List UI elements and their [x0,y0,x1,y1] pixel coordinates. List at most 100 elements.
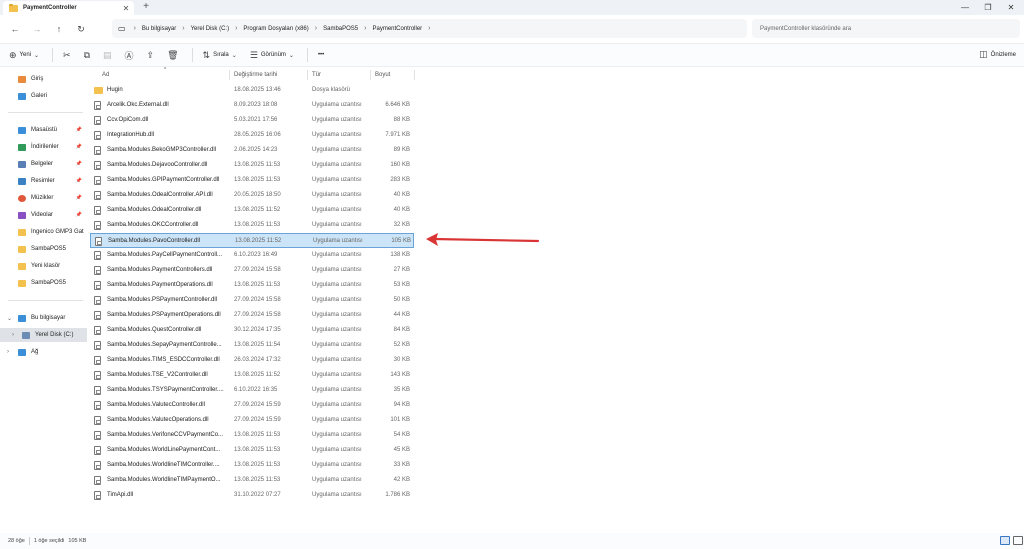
table-row[interactable]: Arcelik.Okc.External.dll 8.09.2023 18:08 U… [90,98,414,113]
table-row[interactable]: Samba.Modules.PaymentOperations.dll 13.08… [90,278,414,293]
chevron-right-icon[interactable]: › [12,332,14,338]
sidebar-item-new-folder[interactable]: Yeni klasör [0,259,87,273]
more-options-button[interactable]: ••• [313,46,329,64]
table-row[interactable]: Samba.Modules.WorldLinePaymentCont... 13.… [90,443,414,458]
table-row[interactable]: Samba.Modules.ValutecController.dll 27.09… [90,398,414,413]
chevron-right-icon[interactable]: › [428,25,430,32]
table-row[interactable]: Samba.Modules.TSE_V2Controller.dll 13.08.… [90,368,414,383]
new-tab-button[interactable]: + [140,1,152,13]
chevron-right-icon[interactable]: › [235,25,237,32]
sort-button[interactable]: ⇅ Sırala ⌄ [198,46,245,64]
table-row[interactable]: IntegrationHub.dll 28.05.2025 16:06 Uygula… [90,128,414,143]
file-name: Hugin [107,87,123,93]
new-button[interactable]: ⊕ Yeni ⌄ [4,46,47,64]
table-row[interactable]: Samba.Modules.OKCController.dll 13.08.202… [90,218,414,233]
paste-button[interactable]: ▤ [98,46,120,64]
minimize-button[interactable]: — [954,0,976,15]
sidebar-item-this-pc[interactable]: ⌄ Bu bilgisayar [0,311,87,325]
table-row-selected[interactable]: Samba.Modules.PavoController.dll 13.08.20… [90,233,414,248]
sidebar-item-downloads[interactable]: İndirilenler 📌 [0,140,87,154]
table-row[interactable]: Samba.Modules.PSPaymentOperations.dll 27.… [90,308,414,323]
view-button[interactable]: ☰ Görünüm ⌄ [245,46,302,64]
chevron-right-icon[interactable]: › [182,25,184,32]
table-row[interactable]: Samba.Modules.PSPaymentController.dll 27.… [90,293,414,308]
breadcrumb-sambapos5[interactable]: SambaPOS5 [323,26,358,32]
copy-button[interactable]: ⧉ [79,46,98,64]
chevron-right-icon[interactable]: › [315,25,317,32]
column-header-type[interactable]: Tür [312,68,321,82]
rename-button[interactable]: Ⓐ [120,46,142,64]
table-row[interactable]: Samba.Modules.TSYSPaymentController.... 6… [90,383,414,398]
pin-icon[interactable]: 📌 [76,127,82,133]
table-row[interactable]: Samba.Modules.OdealController.dll 13.08.2… [90,203,414,218]
up-arrow-icon[interactable]: ↑ [48,19,70,39]
address-bar[interactable]: ▭ › Bu bilgisayar › Yerel Disk (C:) › Pr… [112,19,747,38]
chevron-right-icon[interactable]: › [7,349,9,355]
table-row[interactable]: Samba.Modules.DejavooController.dll 13.08… [90,158,414,173]
sidebar-item-gallery[interactable]: Galeri [0,89,87,103]
breadcrumb-local-disk[interactable]: Yerel Disk (C:) [191,26,229,32]
column-divider[interactable] [414,70,415,80]
column-header-date[interactable]: Değiştirme tarihi [234,68,277,82]
chevron-down-icon[interactable]: ⌄ [7,315,12,322]
sidebar-item-music[interactable]: Müzikler 📌 [0,191,87,205]
delete-button[interactable]: 🗑 [162,46,186,64]
sidebar-item-videos[interactable]: Videolar 📌 [0,208,87,222]
table-row[interactable]: Samba.Modules.TIMS_ESDCController.dll 26.… [90,353,414,368]
tab-close-icon[interactable]: ✕ [121,4,131,13]
column-divider[interactable] [370,70,371,80]
sidebar-item-ingenico[interactable]: Ingenico GMP3 Gat [0,225,87,239]
breadcrumb-this-pc[interactable]: Bu bilgisayar [142,26,176,32]
chevron-right-icon[interactable]: › [364,25,366,32]
table-row[interactable]: Samba.Modules.PayCellPaymentControll... 6… [90,248,414,263]
file-size: 30 KB [393,357,410,363]
refresh-icon[interactable]: ↻ [70,19,92,39]
forward-arrow-icon[interactable]: → [26,19,48,39]
breadcrumb-program-files[interactable]: Program Dosyaları (x86) [243,26,308,32]
column-divider[interactable] [307,70,308,80]
cut-button[interactable]: ✂ [58,46,79,64]
file-dll-icon [94,251,101,260]
tab-payment-controller[interactable]: PaymentController ✕ [3,1,134,15]
table-row[interactable]: Samba.Modules.ValutecOperations.dll 27.09… [90,413,414,428]
table-row[interactable]: Samba.Modules.SepayPaymentControlle... 13… [90,338,414,353]
table-row[interactable]: Samba.Modules.PaymentControllers.dll 27.0… [90,263,414,278]
pin-icon[interactable]: 📌 [76,178,82,184]
details-view-icon[interactable] [1000,536,1010,545]
table-row[interactable]: Samba.Modules.OdealController.API.dll 20.… [90,188,414,203]
sidebar-item-documents[interactable]: Belgeler 📌 [0,157,87,171]
pin-icon[interactable]: 📌 [76,144,82,150]
sidebar-item-network[interactable]: › Ağ [0,345,87,359]
back-arrow-icon[interactable]: ← [4,19,26,39]
pin-icon[interactable]: 📌 [76,212,82,218]
column-header-size[interactable]: Boyut [375,68,390,82]
table-row[interactable]: Hugin 18.08.2025 13:46 Dosya klasörü [90,83,414,98]
table-row[interactable]: Samba.Modules.VerifoneCCVPaymentCo... 13.… [90,428,414,443]
file-date: 18.08.2025 13:46 [234,87,281,93]
breadcrumb-payment-controller[interactable]: PaymentController [372,26,422,32]
search-input[interactable]: PaymentController klasöründe ara [752,19,1020,38]
column-divider[interactable] [229,70,230,80]
table-row[interactable]: Samba.Modules.QuestController.dll 30.12.2… [90,323,414,338]
pin-icon[interactable]: 📌 [76,161,82,167]
close-window-button[interactable]: ✕ [1000,0,1022,15]
table-row[interactable]: Ccv.OpiCom.dll 5.03.2021 17:56 Uygulama uz… [90,113,414,128]
maximize-button[interactable]: ❐ [977,0,999,15]
table-row[interactable]: Samba.Modules.BekoGMP3Controller.dll 2.06… [90,143,414,158]
table-row[interactable]: Samba.Modules.GPIPaymentController.dll 13… [90,173,414,188]
table-row[interactable]: TimApi.dll 31.10.2022 07:27 Uygulama uzant… [90,488,414,503]
sidebar-item-sambapos5-2[interactable]: SambaPOS5 [0,276,87,290]
pin-icon[interactable]: 📌 [76,195,82,201]
sidebar-item-desktop[interactable]: Masaüstü 📌 [0,123,87,137]
preview-button[interactable]: ◫ Önizleme [979,49,1016,60]
share-button[interactable]: ⇪ [142,46,163,64]
sidebar-item-pictures[interactable]: Resimler 📌 [0,174,87,188]
sidebar-item-local-disk[interactable]: › Yerel Disk (C:) [0,328,87,342]
tiles-view-icon[interactable] [1013,536,1023,545]
sidebar-item-sambapos5[interactable]: SambaPOS5 [0,242,87,256]
table-row[interactable]: Samba.Modules.WorldlineTIMController....… [90,458,414,473]
file-size: 42 KB [393,477,410,483]
table-row[interactable]: Samba.Modules.WorldlineTIMPaymentO... 13.… [90,473,414,488]
column-header-name[interactable]: Ad [102,68,109,82]
sidebar-item-home[interactable]: Giriş [0,72,87,86]
